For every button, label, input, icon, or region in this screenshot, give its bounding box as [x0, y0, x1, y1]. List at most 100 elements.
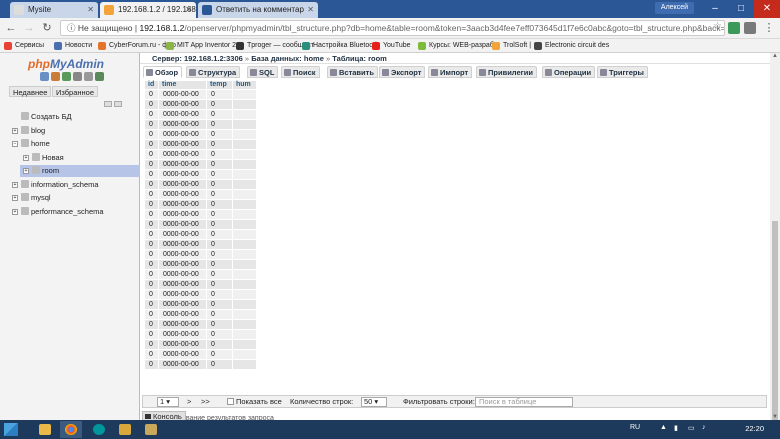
- bookmark-item[interactable]: Сервисы: [4, 39, 44, 52]
- help-icon[interactable]: [62, 72, 71, 81]
- bookmark-item[interactable]: TrolSoft |: [492, 39, 531, 52]
- maximize-button[interactable]: □: [728, 0, 754, 18]
- network-icon[interactable]: ▮: [674, 424, 678, 432]
- bookmark-item[interactable]: CyberForum.ru - фор: [98, 39, 176, 52]
- breadcrumb-database[interactable]: База данных: home: [251, 54, 324, 63]
- menu-tab[interactable]: Обзор: [143, 66, 183, 78]
- extension-icon[interactable]: [744, 22, 756, 34]
- tree-node[interactable]: + information_schema: [12, 179, 99, 191]
- menu-tab[interactable]: Структура: [186, 66, 241, 78]
- logout-icon[interactable]: [51, 72, 60, 81]
- bookmark-label: Новости: [65, 42, 93, 49]
- table-cell: 0: [144, 159, 159, 170]
- breadcrumb-table[interactable]: Таблица: room: [332, 54, 387, 63]
- bookmark-item[interactable]: Electronic circuit des: [534, 39, 609, 52]
- windows-start-icon[interactable]: [4, 423, 18, 436]
- close-icon[interactable]: ✕: [185, 2, 192, 18]
- expand-icon[interactable]: +: [12, 208, 18, 215]
- bookmark-item[interactable]: Новости: [54, 39, 92, 52]
- expand-icon[interactable]: +: [23, 154, 29, 161]
- close-icon[interactable]: ✕: [87, 2, 94, 18]
- info-icon[interactable]: ⓘ: [67, 23, 78, 33]
- show-all-checkbox[interactable]: [227, 398, 234, 405]
- taskbar-app[interactable]: [140, 421, 162, 438]
- link-icon[interactable]: [114, 101, 122, 107]
- profile-badge[interactable]: Алексей: [654, 2, 694, 14]
- reload-icon[interactable]: ↻: [40, 21, 54, 35]
- expand-icon[interactable]: −: [12, 141, 18, 147]
- tree-controls: [104, 100, 124, 109]
- expand-icon[interactable]: +: [12, 195, 18, 201]
- favorites-tab[interactable]: Избранное: [52, 86, 99, 97]
- recent-tab[interactable]: Недавнее: [9, 86, 52, 97]
- next-page-button[interactable]: >: [187, 396, 191, 407]
- tree-node[interactable]: + performance_schema: [12, 206, 104, 218]
- home-icon[interactable]: [40, 72, 49, 81]
- battery-icon[interactable]: ▭: [688, 424, 695, 432]
- column-header[interactable]: temp: [206, 80, 233, 90]
- tab-phpmyadmin[interactable]: 192.168.1.2 / 192.168.1.2 ✕: [100, 2, 196, 18]
- tab-mysite[interactable]: Mysite ✕: [10, 2, 98, 18]
- docs-icon[interactable]: [73, 72, 82, 81]
- menu-tab[interactable]: Привилегии: [476, 66, 537, 78]
- scroll-up-icon[interactable]: ▲: [772, 53, 778, 59]
- expand-icon[interactable]: +: [23, 168, 29, 174]
- bookmark-item[interactable]: YouTube: [372, 39, 411, 52]
- tray-arrow-icon[interactable]: ▲: [660, 424, 667, 431]
- rows-select[interactable]: 50 ▾: [361, 397, 387, 407]
- expand-icon[interactable]: +: [12, 127, 18, 134]
- tab-comment[interactable]: Ответить на комментар ✕: [198, 2, 318, 18]
- column-header[interactable]: hum: [232, 80, 257, 90]
- tree-node[interactable]: − home: [12, 138, 50, 150]
- menu-tab[interactable]: Операции: [542, 66, 596, 78]
- reload-icon[interactable]: [95, 72, 104, 81]
- menu-tab[interactable]: Триггеры: [597, 66, 648, 78]
- volume-icon[interactable]: ♪: [702, 424, 706, 431]
- page-scrollbar[interactable]: ▲ ▼: [770, 53, 780, 439]
- back-icon[interactable]: ←: [4, 21, 18, 35]
- phpmyadmin-logo[interactable]: phpMyAdmin: [28, 57, 104, 71]
- filter-input[interactable]: Поиск в таблице: [475, 397, 573, 407]
- tree-node[interactable]: Создать БД: [21, 111, 72, 123]
- table-row: 0 0000-00-00 0: [144, 199, 257, 210]
- breadcrumb: Сервер: 192.168.1.2:3306 » База данных: …: [140, 53, 770, 64]
- taskbar-explorer[interactable]: [34, 421, 56, 438]
- language-indicator[interactable]: RU: [630, 424, 640, 431]
- menu-tab[interactable]: Экспорт: [379, 66, 426, 78]
- table-cell: 0: [144, 89, 159, 100]
- column-header[interactable]: time: [158, 80, 207, 90]
- url-input[interactable]: ⓘ Не защищено | 192.168.1.2/openserver/p…: [60, 20, 725, 36]
- tree-node[interactable]: + Новая: [23, 152, 64, 164]
- bookmark-item[interactable]: Курсы: WEB-разраб: [418, 39, 494, 52]
- taskbar-files[interactable]: [114, 421, 136, 438]
- bookmark-item[interactable]: MIT App Inventor 2: [166, 39, 236, 52]
- clock[interactable]: 22:20: [745, 424, 764, 433]
- minimize-button[interactable]: –: [702, 0, 728, 18]
- breadcrumb-server[interactable]: Сервер: 192.168.1.2:3306: [152, 54, 243, 63]
- close-icon[interactable]: ✕: [307, 2, 314, 18]
- settings-icon[interactable]: [84, 72, 93, 81]
- expand-icon[interactable]: +: [12, 181, 18, 188]
- page-select[interactable]: 1 ▾: [157, 397, 179, 407]
- menu-tab[interactable]: SQL: [247, 66, 279, 78]
- menu-tab[interactable]: Вставить: [327, 66, 378, 78]
- table-cell: [232, 89, 257, 100]
- table-cell: 0: [144, 119, 159, 130]
- last-page-button[interactable]: >>: [201, 396, 210, 407]
- close-window-button[interactable]: ✕: [754, 0, 780, 18]
- taskbar-arduino[interactable]: [88, 421, 110, 438]
- extension-icon[interactable]: [728, 22, 740, 34]
- bookmark-star-icon[interactable]: ☆: [713, 21, 722, 32]
- taskbar-chrome[interactable]: [60, 421, 82, 438]
- bookmark-item[interactable]: Настройка Bluetooth: [302, 39, 379, 52]
- scroll-thumb[interactable]: [772, 221, 778, 439]
- tree-node[interactable]: + mysql: [12, 192, 51, 204]
- menu-tab[interactable]: Поиск: [281, 66, 320, 78]
- menu-tab[interactable]: Импорт: [428, 66, 473, 78]
- menu-icon[interactable]: ⋮: [762, 21, 776, 35]
- forward-icon[interactable]: →: [22, 21, 36, 35]
- column-header[interactable]: id: [144, 80, 159, 90]
- tree-node[interactable]: + blog: [12, 125, 45, 137]
- collapse-all-icon[interactable]: [104, 101, 112, 107]
- tree-node[interactable]: + room: [20, 165, 140, 177]
